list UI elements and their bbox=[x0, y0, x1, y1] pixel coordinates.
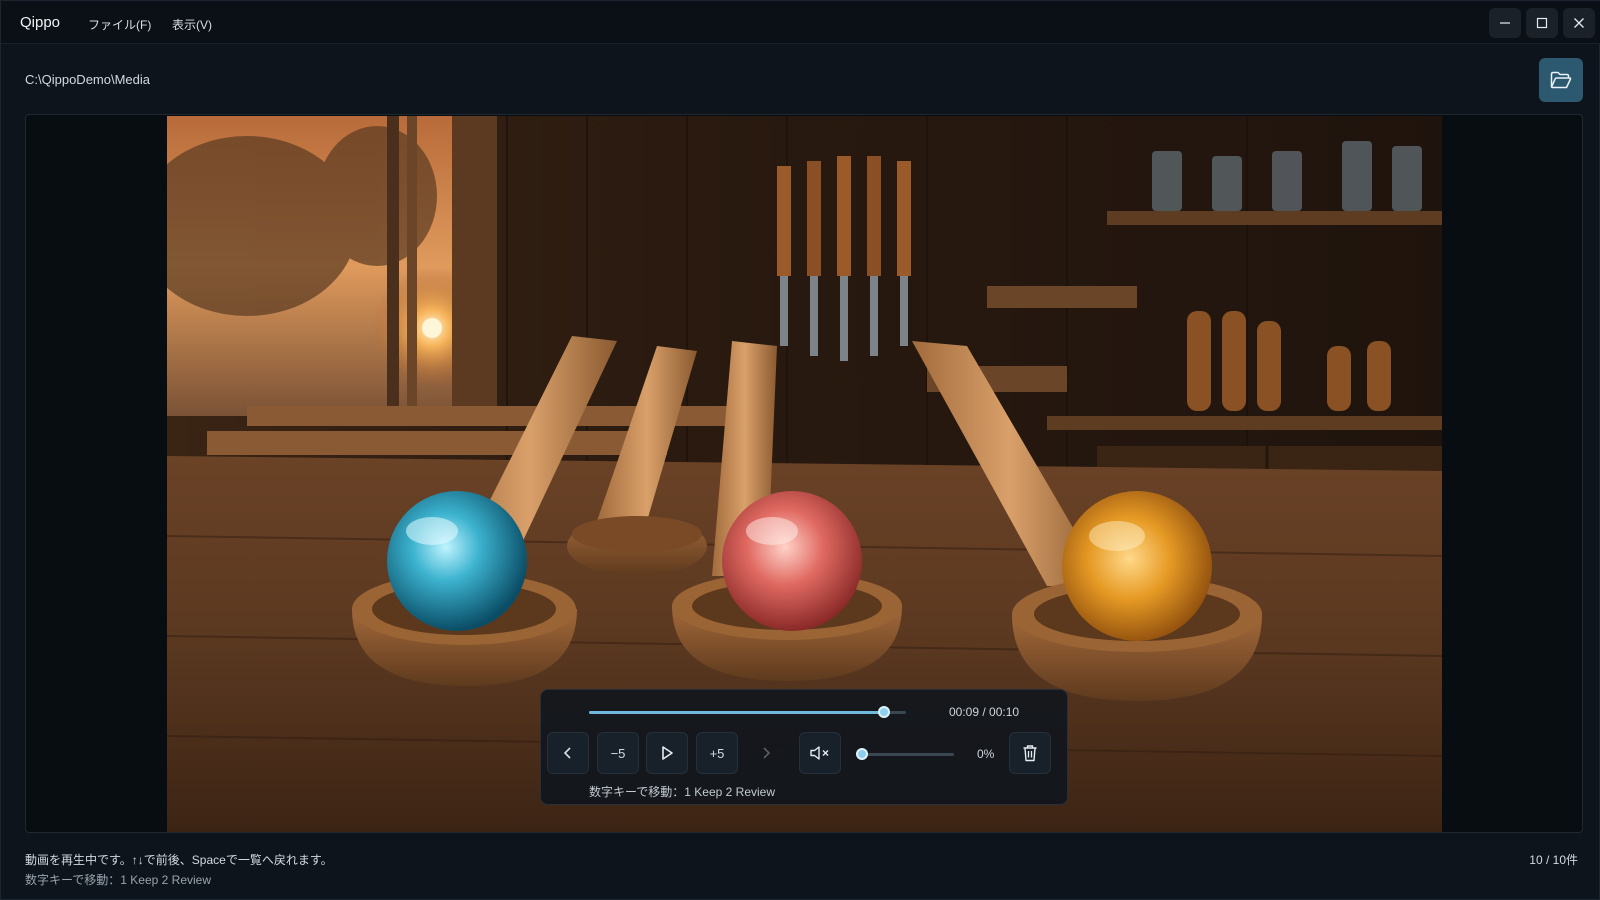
maximize-button[interactable] bbox=[1526, 8, 1558, 38]
next-button[interactable] bbox=[745, 732, 787, 774]
delete-button[interactable] bbox=[1009, 732, 1051, 774]
time-display: 00:09 / 00:10 bbox=[949, 705, 1020, 719]
trash-icon bbox=[1023, 745, 1037, 762]
seek-bar-fill bbox=[589, 711, 884, 714]
forward-5-button[interactable]: +5 bbox=[696, 732, 738, 774]
mute-button[interactable] bbox=[799, 732, 841, 774]
seek-bar-handle[interactable] bbox=[877, 706, 890, 718]
chevron-right-icon bbox=[763, 747, 771, 759]
rewind-5-button[interactable]: −5 bbox=[597, 732, 639, 774]
minimize-icon bbox=[1500, 22, 1510, 24]
app-title: Qippo bbox=[20, 14, 61, 31]
player-key-hint: 数字キーで移動：1 Keep 2 Review bbox=[589, 785, 776, 799]
seek-bar[interactable] bbox=[589, 706, 906, 718]
volume-muted-icon bbox=[810, 746, 829, 760]
menu-file[interactable]: ファイル(F) bbox=[88, 16, 151, 33]
volume-slider[interactable] bbox=[856, 748, 954, 760]
app-window: Qippo ファイル(F) 表示(V) C:\QippoDemo\Media 0… bbox=[0, 0, 1600, 900]
play-icon bbox=[662, 746, 673, 760]
play-button[interactable] bbox=[646, 732, 688, 774]
title-bar: Qippo ファイル(F) 表示(V) bbox=[1, 1, 1600, 44]
previous-button[interactable] bbox=[547, 732, 589, 774]
player-controls: 00:09 / 00:10 −5 +5 0% 数字キーで移動：1 Keep 2 … bbox=[540, 689, 1068, 805]
chevron-left-icon bbox=[563, 747, 571, 759]
folder-open-icon bbox=[1550, 71, 1572, 89]
item-count: 10 / 10件 bbox=[1529, 853, 1578, 867]
status-message: 動画を再生中です。↑↓で前後、Spaceで一覧へ戻れます。 bbox=[25, 853, 333, 867]
close-button[interactable] bbox=[1563, 8, 1595, 38]
folder-path: C:\QippoDemo\Media bbox=[25, 72, 150, 87]
minimize-button[interactable] bbox=[1489, 8, 1521, 38]
maximize-icon bbox=[1536, 17, 1548, 29]
open-folder-button[interactable] bbox=[1539, 58, 1583, 102]
volume-percent: 0% bbox=[977, 747, 995, 761]
menu-view[interactable]: 表示(V) bbox=[172, 16, 212, 33]
close-icon bbox=[1574, 18, 1584, 28]
status-key-hint: 数字キーで移動：1 Keep 2 Review bbox=[25, 873, 212, 887]
volume-slider-handle[interactable] bbox=[856, 748, 868, 760]
